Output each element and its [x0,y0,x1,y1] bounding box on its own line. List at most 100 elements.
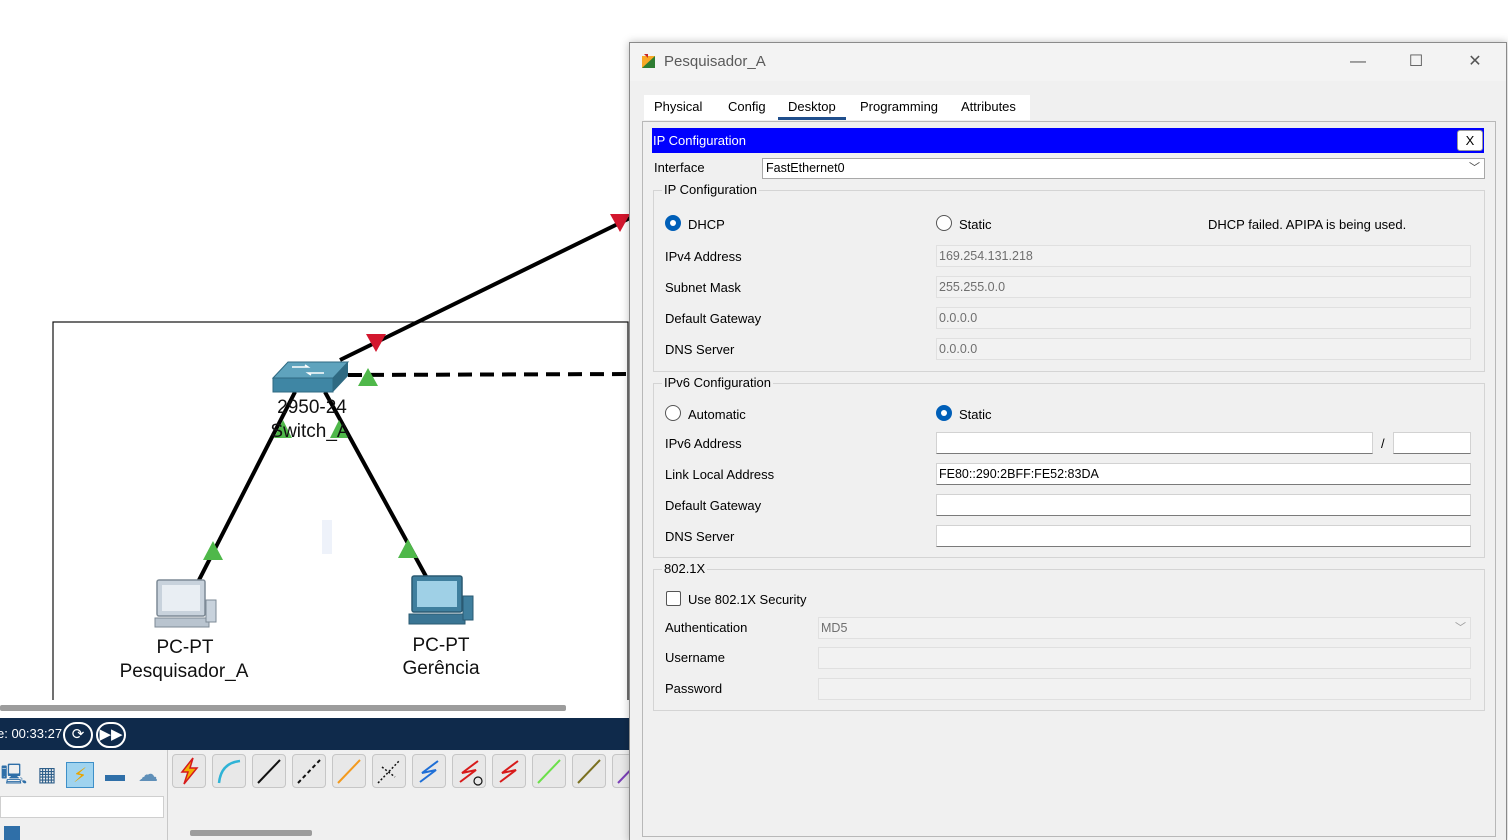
console-icon[interactable] [212,754,246,788]
username-label: Username [665,650,725,665]
link-switch-dashed[interactable] [347,372,631,377]
end-devices-icon[interactable]: 🖳 [0,762,28,788]
ipv4-config-group: IP Configuration DHCP Static DHCP failed… [653,182,1485,372]
dns-server-label: DNS Server [665,342,735,357]
link-local-label: Link Local Address [665,467,775,482]
ipv4-group-title: IP Configuration [662,182,759,197]
logical-workspace[interactable]: 2950-24 Switch_A PC-PT Pesquisador_A PC-… [0,0,641,840]
automatic-ipv6-radio[interactable] [665,405,681,421]
use-8021x-checkbox[interactable] [666,591,681,606]
tab-attributes[interactable]: Attributes [951,95,1026,120]
pc-pesquisador-name-label: Pesquisador_A [119,661,249,682]
ipv6-dns-server-field[interactable] [936,525,1471,547]
static-ipv4-label: Static [959,217,992,232]
automatic-ipv6-label: Automatic [688,407,746,422]
pc-gerencia-icon[interactable] [408,575,474,625]
packet-tracer-icon [642,54,655,68]
ipv6-default-gateway-field[interactable] [936,494,1471,516]
link-up-triangle [203,541,223,560]
fiber-icon[interactable] [332,754,366,788]
connections-icon[interactable]: ⚡ [66,762,94,788]
dot1x-group: 802.1X Use 802.1X Security Authenticatio… [653,561,1485,711]
authentication-select[interactable]: MD5 ﹀ [818,617,1471,639]
pc-pesquisador-model-label: PC-PT [156,637,214,658]
close-icon[interactable]: ✕ [1452,49,1498,75]
components-folder-icon[interactable]: ▬ [101,762,129,788]
device-toolbox: 🖳 ▦ ⚡ ▬ ☁ [0,750,641,840]
tab-config[interactable]: Config [718,95,776,120]
ip-configuration-close-button[interactable]: X [1457,130,1483,151]
password-label: Password [665,681,723,696]
simulation-time: e: 00:33:27 [0,726,63,741]
maximize-icon[interactable]: ☐ [1393,49,1439,75]
tab-programming[interactable]: Programming [850,95,948,120]
ipv4-address-field[interactable]: 169.254.131.218 [936,245,1471,267]
link-local-field[interactable]: FE80::290:2BFF:FE52:83DA [936,463,1471,485]
device-tabs: Physical Config Desktop Programming Attr… [644,95,1030,120]
password-field[interactable] [818,678,1471,700]
fast-forward-icon[interactable]: ▶▶ [96,722,126,748]
phone-icon[interactable] [372,754,406,788]
device-window: Pesquisador_A — ☐ ✕ Physical Config Desk… [629,42,1507,840]
ip-configuration-header: IP Configuration X [652,128,1484,153]
serial-dce-icon[interactable] [452,754,486,788]
username-field[interactable] [818,647,1471,669]
iot-icon[interactable] [572,754,606,788]
prefix-separator: / [1381,436,1385,451]
ipv6-default-gateway-label: Default Gateway [665,498,762,513]
serial-dte-icon[interactable] [492,754,526,788]
dhcp-label: DHCP [688,217,725,232]
grid-view-icon[interactable] [4,826,20,840]
static-ipv6-label: Static [959,407,992,422]
ipv4-address-label: IPv4 Address [665,249,742,264]
topology-canvas[interactable] [0,0,640,700]
workspace-horizontal-scrollbar[interactable] [0,705,566,711]
pc-gerencia-model-label: PC-PT [412,635,470,656]
dns-server-field[interactable]: 0.0.0.0 [936,338,1471,360]
ipv6-prefix-field[interactable] [1393,432,1471,454]
default-gateway-field[interactable]: 0.0.0.0 [936,307,1471,329]
subnet-mask-field[interactable]: 255.255.0.0 [936,276,1471,298]
cloud-icon[interactable]: ☁ [134,762,162,788]
minimize-icon[interactable]: — [1335,49,1381,75]
interface-value: FastEthernet0 [766,161,845,175]
device-search-input[interactable] [0,796,164,818]
static-ipv6-radio[interactable] [936,405,952,421]
device-category-panel: 🖳 ▦ ⚡ ▬ ☁ [0,750,168,840]
interface-select[interactable]: FastEthernet0 ﹀ [762,158,1485,179]
placeholder-artifact [322,520,332,554]
clock-reset-icon[interactable]: ⟳ [63,722,93,748]
ipv6-address-label: IPv6 Address [665,436,742,451]
toolbox-scrollbar[interactable] [190,830,312,836]
copper-straight-icon[interactable] [252,754,286,788]
dhcp-radio[interactable] [665,215,681,231]
pc-pesquisador-icon[interactable] [154,579,217,628]
switch-name-label: Switch_A [270,421,350,442]
switch-icon[interactable] [271,361,350,393]
tab-physical[interactable]: Physical [644,95,712,120]
coaxial-icon[interactable] [412,754,446,788]
simulation-bar: e: 00:33:27 ⟳ ▶▶ [0,718,640,750]
switch-model-label: 2950-24 [277,397,347,418]
ipv6-config-group: IPv6 Configuration Automatic Static IPv6… [653,375,1485,558]
link-up-triangle [398,539,418,558]
window-title: Pesquisador_A [664,53,766,70]
octal-icon[interactable] [532,754,566,788]
static-ipv4-radio[interactable] [936,215,952,231]
chevron-down-icon: ﹀ [1455,622,1466,634]
authentication-label: Authentication [665,620,748,635]
use-8021x-label: Use 802.1X Security [688,592,807,607]
link-switch-uplink[interactable] [339,216,631,362]
tab-desktop[interactable]: Desktop [778,95,846,120]
ipv6-group-title: IPv6 Configuration [662,375,773,390]
subnet-mask-label: Subnet Mask [665,280,741,295]
automatic-icon[interactable] [172,754,206,788]
interface-label: Interface [654,160,705,175]
desktop-tab-content: IP Configuration X Interface FastEtherne… [642,121,1496,837]
ipv6-dns-server-label: DNS Server [665,529,735,544]
authentication-value: MD5 [821,621,848,635]
copper-cross-icon[interactable] [292,754,326,788]
ipv6-address-field[interactable] [936,432,1373,454]
network-devices-icon[interactable]: ▦ [33,762,61,788]
window-titlebar[interactable]: Pesquisador_A — ☐ ✕ [630,43,1506,81]
